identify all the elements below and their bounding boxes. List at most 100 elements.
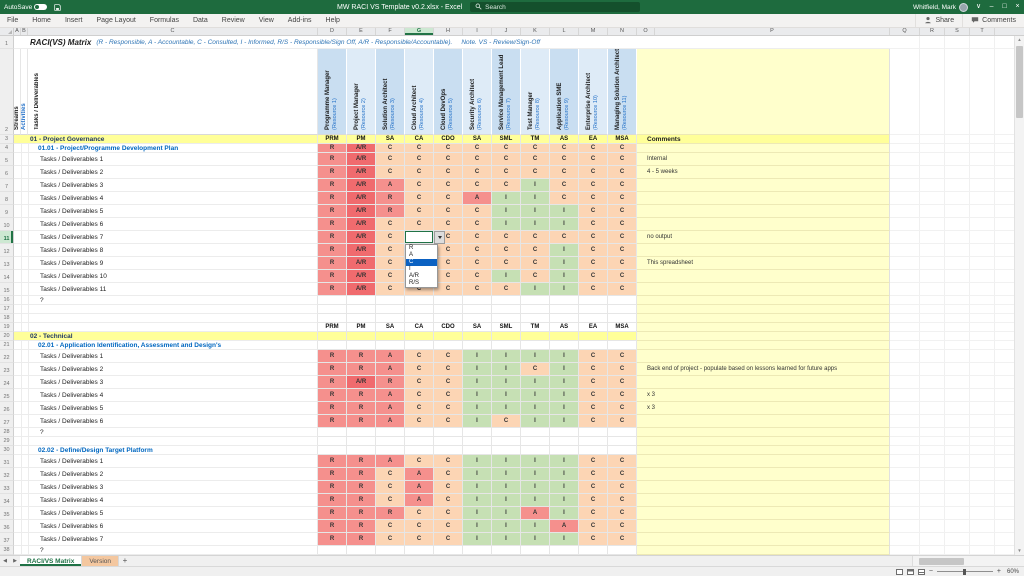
- streams-header[interactable]: Streams: [14, 49, 21, 135]
- raci-cell[interactable]: [463, 305, 492, 314]
- row-number-16[interactable]: 16: [0, 296, 14, 305]
- raci-cell[interactable]: [492, 428, 521, 437]
- raci-cell[interactable]: R: [318, 231, 347, 244]
- ribbon-display-options-icon[interactable]: ∨: [972, 0, 985, 14]
- raci-cell[interactable]: A/R: [347, 205, 376, 218]
- raci-cell[interactable]: I: [521, 192, 550, 205]
- raci-cell[interactable]: I: [492, 363, 521, 376]
- raci-cell[interactable]: [376, 546, 405, 555]
- raci-cell[interactable]: [579, 428, 608, 437]
- row-number-30[interactable]: 30: [0, 446, 14, 455]
- raci-cell[interactable]: [405, 428, 434, 437]
- raci-cell[interactable]: I: [463, 350, 492, 363]
- raci-cell[interactable]: [550, 437, 579, 446]
- raci-cell[interactable]: [608, 446, 637, 455]
- raci-cell[interactable]: R: [318, 363, 347, 376]
- raci-cell[interactable]: R: [318, 494, 347, 507]
- comment-cell[interactable]: [637, 455, 890, 468]
- row-label-cell[interactable]: Tasks / Deliverables 9: [14, 257, 318, 270]
- row-number-11[interactable]: 11: [0, 231, 14, 244]
- raci-cell[interactable]: I: [492, 270, 521, 283]
- raci-cell[interactable]: [376, 428, 405, 437]
- ribbon-tab-data[interactable]: Data: [186, 14, 215, 27]
- raci-cell[interactable]: I: [521, 218, 550, 231]
- horizontal-scrollbar[interactable]: [912, 556, 1024, 566]
- raci-cell[interactable]: C: [376, 270, 405, 283]
- raci-cell[interactable]: C: [579, 283, 608, 296]
- row-number-23[interactable]: 23: [0, 363, 14, 376]
- raci-cell[interactable]: [318, 296, 347, 305]
- raci-cell[interactable]: [608, 332, 637, 341]
- comment-cell[interactable]: This spreadsheet: [637, 257, 890, 270]
- row-label-cell[interactable]: Tasks / Deliverables 4: [14, 192, 318, 205]
- raci-cell[interactable]: [492, 314, 521, 323]
- ribbon-tab-insert[interactable]: Insert: [58, 14, 90, 27]
- sheet-nav-left-icon[interactable]: ◀: [0, 556, 10, 566]
- raci-cell[interactable]: I: [463, 533, 492, 546]
- raci-cell[interactable]: C: [608, 166, 637, 179]
- raci-cell[interactable]: C: [492, 257, 521, 270]
- raci-cell[interactable]: C: [405, 415, 434, 428]
- row-label-cell[interactable]: Tasks / Deliverables 5: [14, 402, 318, 415]
- raci-cell[interactable]: R: [347, 402, 376, 415]
- resource-column-header[interactable]: Application SME(Resource 9): [550, 49, 579, 135]
- raci-cell[interactable]: C: [463, 205, 492, 218]
- resource-column-header[interactable]: Test Manager(Resource 8): [521, 49, 550, 135]
- raci-cell[interactable]: C: [579, 231, 608, 244]
- raci-cell[interactable]: I: [492, 507, 521, 520]
- raci-cell[interactable]: [318, 428, 347, 437]
- row-label-cell[interactable]: Tasks / Deliverables 1: [14, 350, 318, 363]
- column-letter-Q[interactable]: Q: [890, 28, 920, 35]
- raci-cell[interactable]: [405, 437, 434, 446]
- raci-cell[interactable]: C: [376, 231, 405, 244]
- row-label-cell[interactable]: 01 - Project Governance: [14, 135, 318, 144]
- raci-cell[interactable]: [434, 546, 463, 555]
- raci-cell[interactable]: I: [521, 402, 550, 415]
- raci-cell[interactable]: I: [550, 363, 579, 376]
- raci-cell[interactable]: C: [579, 244, 608, 257]
- row-number-18[interactable]: 18: [0, 314, 14, 323]
- raci-cell[interactable]: I: [550, 376, 579, 389]
- column-letter-A[interactable]: A: [14, 28, 21, 35]
- comment-cell[interactable]: [637, 533, 890, 546]
- comment-cell[interactable]: [637, 437, 890, 446]
- raci-cell[interactable]: C: [434, 415, 463, 428]
- raci-cell[interactable]: C: [376, 153, 405, 166]
- raci-cell[interactable]: [318, 546, 347, 555]
- raci-cell[interactable]: [318, 446, 347, 455]
- comment-cell[interactable]: [637, 350, 890, 363]
- comment-cell[interactable]: [637, 494, 890, 507]
- raci-cell[interactable]: R: [318, 192, 347, 205]
- row-number-19[interactable]: 19: [0, 323, 14, 332]
- column-letter-I[interactable]: I: [463, 28, 492, 35]
- raci-cell[interactable]: I: [550, 481, 579, 494]
- raci-cell[interactable]: C: [521, 231, 550, 244]
- raci-cell[interactable]: [405, 314, 434, 323]
- raci-cell[interactable]: A/R: [347, 166, 376, 179]
- raci-cell[interactable]: A: [405, 468, 434, 481]
- raci-cell[interactable]: I: [521, 520, 550, 533]
- raci-cell[interactable]: C: [608, 415, 637, 428]
- raci-cell[interactable]: [550, 296, 579, 305]
- raci-cell[interactable]: C: [434, 192, 463, 205]
- raci-cell[interactable]: [463, 341, 492, 350]
- raci-cell[interactable]: A: [405, 494, 434, 507]
- raci-cell[interactable]: [463, 314, 492, 323]
- dropdown-option-r[interactable]: R: [406, 245, 437, 252]
- column-letter-L[interactable]: L: [550, 28, 579, 35]
- raci-cell[interactable]: A/R: [347, 231, 376, 244]
- raci-cell[interactable]: C: [434, 179, 463, 192]
- row-label-cell[interactable]: Tasks / Deliverables 3: [14, 376, 318, 389]
- raci-cell[interactable]: C: [492, 231, 521, 244]
- raci-cell[interactable]: C: [376, 244, 405, 257]
- comment-cell[interactable]: [637, 205, 890, 218]
- row-label-cell[interactable]: Tasks / Deliverables 1: [14, 153, 318, 166]
- raci-cell[interactable]: I: [550, 218, 579, 231]
- raci-cell[interactable]: C: [579, 144, 608, 153]
- row-label-cell[interactable]: ?: [14, 296, 318, 305]
- raci-cell[interactable]: C: [376, 283, 405, 296]
- raci-cell[interactable]: C: [376, 520, 405, 533]
- raci-cell[interactable]: [376, 341, 405, 350]
- raci-cell[interactable]: I: [521, 468, 550, 481]
- raci-cell[interactable]: I: [550, 468, 579, 481]
